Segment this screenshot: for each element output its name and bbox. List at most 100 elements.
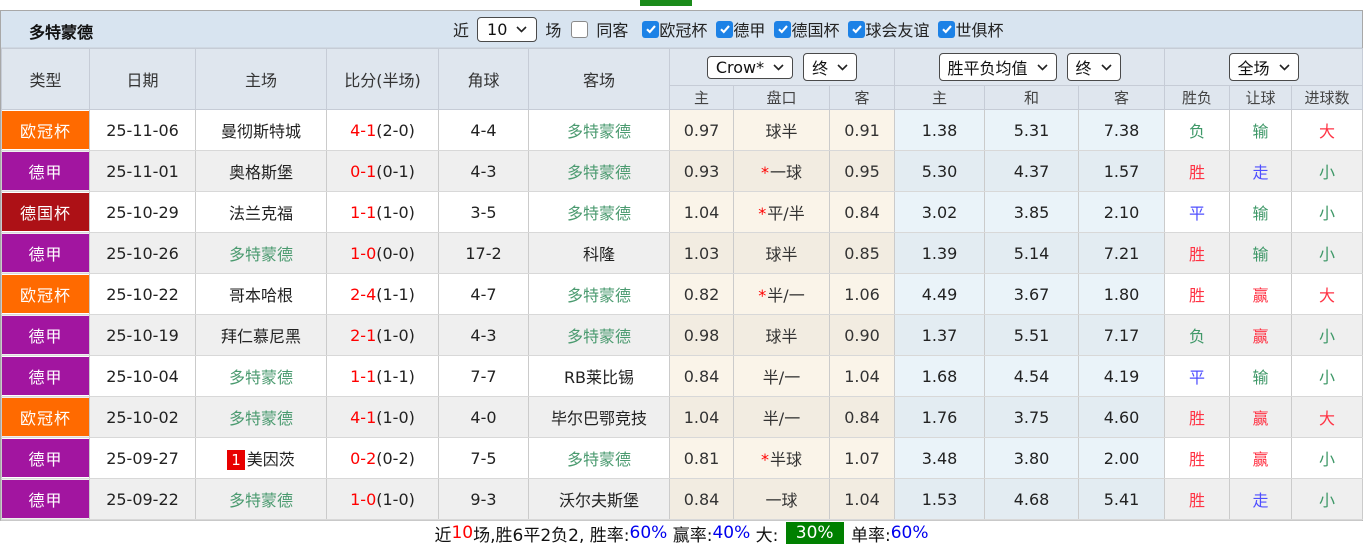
halftime-score: (2-0) bbox=[376, 120, 415, 140]
checkbox[interactable] bbox=[938, 20, 956, 38]
halftime-score: (0-1) bbox=[376, 161, 415, 181]
asia-odds-header: Crow* 终 bbox=[668, 48, 896, 86]
match-date: 25-10-26 bbox=[89, 232, 196, 274]
handicap-cell: 球半 bbox=[733, 109, 830, 151]
match-date: 25-10-19 bbox=[89, 314, 196, 356]
league-filter[interactable]: 欧冠杯 bbox=[642, 17, 707, 41]
handicap: 球半 bbox=[765, 327, 798, 346]
handicap-cell: 半/一 bbox=[733, 396, 830, 438]
league-badge: 德甲 bbox=[2, 316, 89, 354]
asia-away-odds: 0.85 bbox=[829, 232, 896, 274]
league-cell: 德甲 bbox=[1, 314, 90, 356]
league-filter[interactable]: 世俱杯 bbox=[938, 17, 1003, 41]
match-date: 25-11-01 bbox=[89, 150, 196, 192]
sub-header-handicap: 盘口 bbox=[733, 85, 830, 110]
asia-away-odds: 1.07 bbox=[829, 437, 896, 479]
result-goals: 小 bbox=[1291, 314, 1363, 356]
checkbox[interactable] bbox=[716, 20, 734, 38]
result-handicap: 赢 bbox=[1229, 273, 1293, 315]
league-badge: 欧冠杯 bbox=[2, 398, 89, 436]
footer-stat: 单率: bbox=[845, 525, 891, 546]
europe-avg-select[interactable]: 胜平负均值 bbox=[938, 53, 1057, 81]
match-history-panel: 多特蒙德 近 10 场 同客 欧冠杯 德甲 德国杯 球会友谊 世俱杯 类型 日期… bbox=[0, 0, 1363, 547]
scope-value: 全场 bbox=[1237, 59, 1270, 78]
result-goals: 大 bbox=[1291, 396, 1363, 438]
euro-home-odds: 3.02 bbox=[894, 191, 986, 233]
euro-home-odds: 1.38 bbox=[894, 109, 986, 151]
scope-select[interactable]: 全场 bbox=[1228, 53, 1299, 81]
home-team: 拜仁慕尼黑 bbox=[220, 327, 301, 346]
away-team-cell: 科隆 bbox=[528, 232, 670, 274]
recent-count-select[interactable]: 10 bbox=[477, 16, 538, 42]
euro-draw-odds: 3.80 bbox=[984, 437, 1080, 479]
euro-draw-odds: 5.51 bbox=[984, 314, 1080, 356]
corners: 4-0 bbox=[438, 396, 529, 438]
euro-home-odds: 1.76 bbox=[894, 396, 986, 438]
asia-home-odds: 0.97 bbox=[669, 109, 734, 151]
games-label: 场 bbox=[545, 21, 562, 40]
match-row: 德甲 25-10-19 拜仁慕尼黑 2-1(1-0) 4-3 多特蒙德 0.98 球半 0.90… bbox=[1, 314, 1363, 356]
footer-stat: 近 bbox=[434, 525, 452, 546]
euro-home-odds: 3.48 bbox=[894, 437, 986, 479]
bookmaker-select[interactable]: Crow* bbox=[706, 55, 794, 79]
league-filter[interactable]: 球会友谊 bbox=[848, 17, 929, 41]
league-badge: 德甲 bbox=[2, 480, 89, 518]
away-team: 毕尔巴鄂竞技 bbox=[550, 409, 647, 428]
away-team: 科隆 bbox=[582, 245, 615, 264]
chevron-down-icon bbox=[1278, 63, 1290, 71]
home-team: 多特蒙德 bbox=[228, 491, 293, 510]
league-filter[interactable]: 德国杯 bbox=[774, 17, 839, 41]
result-handicap: 走 bbox=[1229, 478, 1293, 520]
fulltime-score: 4-1 bbox=[350, 120, 377, 140]
title-bar: 多特蒙德 近 10 场 同客 欧冠杯 德甲 德国杯 球会友谊 世俱杯 bbox=[1, 11, 1362, 48]
red-card-badge: 1 bbox=[227, 450, 245, 470]
corners: 3-5 bbox=[438, 191, 529, 233]
europe-time-select[interactable]: 终 bbox=[1066, 53, 1121, 81]
chevron-down-icon bbox=[1100, 63, 1112, 71]
away-team-cell: 多特蒙德 bbox=[528, 109, 670, 151]
home-team: 多特蒙德 bbox=[228, 409, 293, 428]
halftime-score: (0-2) bbox=[376, 448, 415, 468]
sub-header-wdl: 胜负 bbox=[1164, 85, 1231, 110]
league-filter-label: 德国杯 bbox=[791, 21, 840, 40]
checkbox[interactable] bbox=[642, 20, 660, 38]
league-badge: 欧冠杯 bbox=[2, 275, 89, 313]
halftime-score: (1-0) bbox=[376, 489, 415, 509]
corners: 4-3 bbox=[438, 314, 529, 356]
sub-header-euro-home: 主 bbox=[894, 85, 986, 110]
same-away-checkbox[interactable] bbox=[571, 20, 589, 38]
footer-stat: 40% bbox=[712, 523, 751, 543]
league-cell: 德甲 bbox=[1, 232, 90, 274]
home-team: 法兰克福 bbox=[228, 204, 293, 223]
halftime-score: (1-1) bbox=[376, 366, 415, 386]
match-row: 欧冠杯 25-10-02 多特蒙德 4-1(1-0) 4-0 毕尔巴鄂竞技 1.04 半/一 0… bbox=[1, 396, 1363, 438]
score-cell: 2-4(1-1) bbox=[326, 273, 439, 315]
match-date: 25-11-06 bbox=[89, 109, 196, 151]
col-header-score: 比分(半场) bbox=[326, 48, 439, 110]
result-wdl: 胜 bbox=[1164, 232, 1231, 274]
away-team: 多特蒙德 bbox=[566, 286, 631, 305]
league-filter-label: 世俱杯 bbox=[955, 21, 1004, 40]
score-cell: 1-0(1-0) bbox=[326, 478, 439, 520]
result-wdl: 平 bbox=[1164, 355, 1231, 397]
result-handicap: 输 bbox=[1229, 191, 1293, 233]
chevron-down-icon bbox=[773, 63, 784, 71]
same-away-label: 同客 bbox=[596, 21, 629, 40]
fulltime-score: 0-1 bbox=[350, 161, 377, 181]
league-badge: 德甲 bbox=[2, 152, 89, 190]
away-team: 沃尔夫斯堡 bbox=[558, 491, 639, 510]
checkbox[interactable] bbox=[774, 20, 792, 38]
col-header-home: 主场 bbox=[195, 48, 327, 110]
score-cell: 0-1(0-1) bbox=[326, 150, 439, 192]
home-team-cell: 法兰克福 bbox=[195, 191, 327, 233]
bookmaker-time-select[interactable]: 终 bbox=[803, 53, 858, 81]
handicap: 平/半 bbox=[767, 204, 805, 223]
euro-home-odds: 1.39 bbox=[894, 232, 986, 274]
league-filter[interactable]: 德甲 bbox=[716, 17, 765, 41]
euro-away-odds: 2.10 bbox=[1078, 191, 1166, 233]
asia-home-odds: 0.81 bbox=[669, 437, 734, 479]
home-team-cell: 奥格斯堡 bbox=[195, 150, 327, 192]
result-wdl: 胜 bbox=[1164, 478, 1231, 520]
checkbox[interactable] bbox=[848, 20, 866, 38]
home-team-cell: 多特蒙德 bbox=[195, 355, 327, 397]
